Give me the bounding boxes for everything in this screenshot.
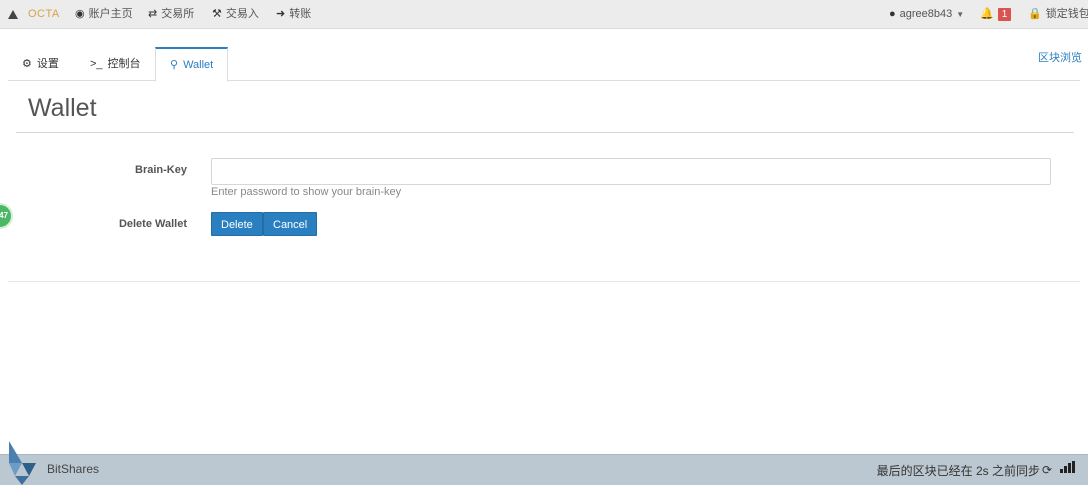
footer-bar: BitShares 最后的区块已经在 2s 之前同步 ⟳ (0, 441, 1088, 485)
terminal-icon: >_ (90, 58, 103, 70)
connection-signal-icon[interactable] (1060, 461, 1075, 473)
brand-name: OCTA (28, 8, 60, 20)
brainkey-help-text: Enter password to show your brain-key (211, 186, 402, 198)
nav-transfer[interactable]: ➜ 转账 (276, 0, 311, 29)
users-icon: ◉ (75, 8, 85, 20)
top-navbar: OCTA ◉ 账户主页 ⇄ 交易所 ⚒ 交易入 ➜ 转账 ● agree8b43… (0, 0, 1088, 29)
form-divider (8, 281, 1080, 282)
tab-wallet[interactable]: ⚲ Wallet (155, 47, 229, 82)
lock-icon: 🔒 (1028, 8, 1042, 20)
refresh-icon[interactable]: ⟳ (1042, 463, 1052, 477)
lock-wallet-button[interactable]: 🔒 锁定钱包 (1028, 0, 1088, 29)
user-icon: ● (889, 8, 896, 20)
exchange-arrows-icon: ⇄ (148, 8, 158, 20)
gavel-icon: ⚒ (212, 8, 222, 20)
key-icon: ⚲ (170, 59, 179, 71)
caret-down-icon: ▼ (956, 10, 965, 19)
page-title: Wallet (28, 94, 97, 122)
nav-exchange[interactable]: ⇄ 交易所 (148, 0, 194, 29)
settings-tabs: ⚙ 设置 >_ 控制台 ⚲ Wallet (8, 47, 1080, 82)
notification-badge: 1 (997, 8, 1012, 21)
notifications-button[interactable]: 🔔 1 (980, 0, 1012, 29)
side-floating-badge[interactable]: 47 (0, 203, 13, 229)
cancel-button[interactable]: Cancel (263, 212, 318, 236)
bitshares-logo-icon (9, 441, 36, 485)
brand-logo-icon (8, 10, 18, 19)
account-name: agree8b43 (899, 8, 953, 20)
sync-status-text: 最后的区块已经在 2s 之前同步 (876, 464, 1040, 478)
account-dropdown[interactable]: ● agree8b43 ▼ (889, 0, 964, 29)
tab-console[interactable]: >_ 控制台 (76, 47, 155, 81)
brainkey-password-input[interactable] (211, 158, 1051, 185)
brainkey-label: Brain-Key (135, 164, 187, 176)
transfer-icon: ➜ (276, 8, 286, 20)
tab-settings[interactable]: ⚙ 设置 (8, 47, 73, 81)
nav-trade[interactable]: ⚒ 交易入 (212, 0, 259, 29)
nav-account-home[interactable]: ◉ 账户主页 (75, 0, 133, 29)
block-explorer-link[interactable]: 区块浏览 (1038, 49, 1082, 65)
delete-button[interactable]: Delete (211, 212, 263, 236)
bell-icon: 🔔 (980, 8, 994, 20)
title-divider (16, 132, 1074, 133)
brand-link[interactable]: OCTA (8, 0, 60, 29)
app-name: BitShares (47, 462, 100, 476)
gears-icon: ⚙ (22, 58, 32, 70)
delete-wallet-label: Delete Wallet (118, 218, 187, 230)
